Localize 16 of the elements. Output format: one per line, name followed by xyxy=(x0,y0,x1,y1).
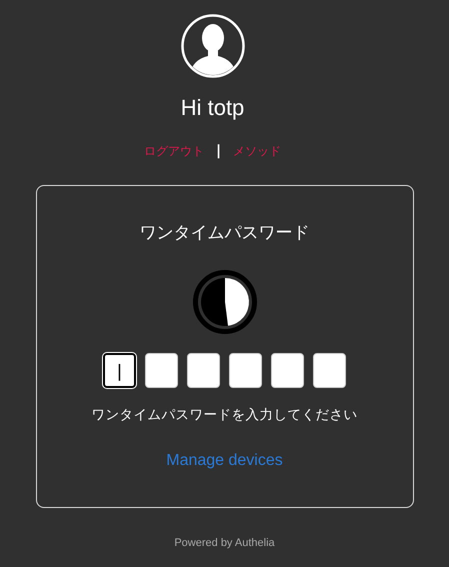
digit-input[interactable] xyxy=(313,353,346,388)
digit-input[interactable] xyxy=(145,353,178,388)
footer-text: Powered by Authelia xyxy=(174,537,275,549)
greeting-title: Hi totp xyxy=(180,95,244,121)
manage-devices-link[interactable]: Manage devices xyxy=(166,451,283,471)
digit-input[interactable] xyxy=(187,353,220,388)
digit-input[interactable]: | xyxy=(103,353,136,388)
instruction-text: ワンタイムパスワードを入力してください xyxy=(92,406,358,425)
methods-link[interactable]: メソッド xyxy=(233,143,282,159)
digit-input[interactable] xyxy=(271,353,304,388)
user-avatar-icon xyxy=(180,14,244,78)
timer-icon xyxy=(192,270,256,334)
card-title: ワンタイムパスワード xyxy=(140,222,310,244)
digit-input[interactable] xyxy=(229,353,262,388)
link-separator: | xyxy=(216,143,222,159)
logout-link[interactable]: ログアウト xyxy=(144,143,204,159)
